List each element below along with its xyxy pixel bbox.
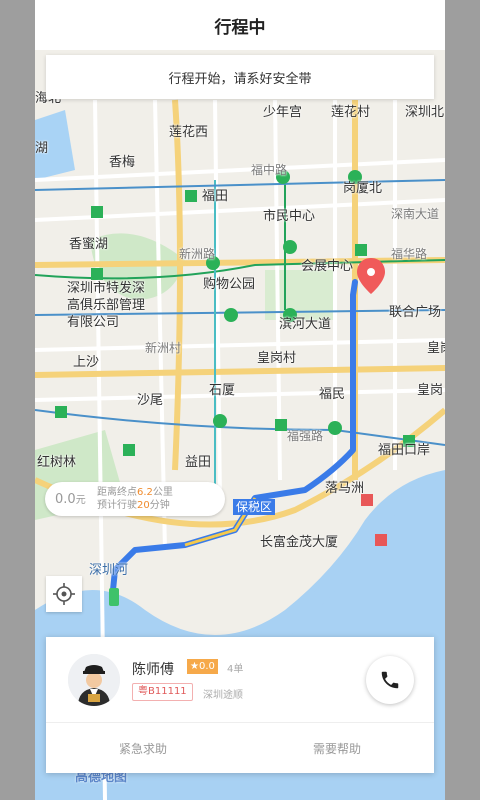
map-label: 岗厦北 [343, 181, 383, 196]
map-label: 莲花村 [331, 105, 371, 120]
map-label: 皇岗 [427, 341, 445, 356]
fare-amount: 0.0元 [45, 491, 97, 507]
map-label: 益田 [185, 455, 212, 470]
driver-avatar-icon [68, 654, 120, 706]
map-label: 新洲村 [145, 341, 182, 355]
map-label: 皇岗村 [257, 351, 297, 366]
time-unit: 分钟 [149, 500, 170, 511]
map-label: 长富金茂大厦 [260, 535, 339, 550]
driver-rating-badge: ★0.0 [187, 659, 218, 674]
map-label: 市民中心 [263, 209, 316, 224]
map-label: 红树林 [37, 455, 77, 470]
map-label: 福中路 [251, 163, 288, 177]
map-label: 上沙 [73, 355, 100, 370]
map-label: 新洲路 [179, 247, 216, 261]
map-label: 福强路 [287, 429, 324, 443]
driver-name: 陈师傅 [132, 662, 174, 678]
driver-order-count: 4单 [227, 664, 244, 675]
map-label: 福田口岸 [378, 443, 431, 458]
safety-notice-text: 行程开始，请系好安全带 [168, 71, 312, 87]
time-value: 20 [137, 500, 150, 511]
map-label: 购物公园 [203, 277, 256, 292]
map-label: 有限公司 [67, 315, 120, 330]
map-label: 湖 [35, 141, 49, 156]
time-prefix: 预计行驶 [97, 500, 137, 511]
map-label: 福民 [319, 387, 346, 402]
map-label: 莲花西 [169, 125, 209, 140]
map-label: 福田 [202, 189, 229, 204]
distance-remaining: 距离终点6.2公里 [97, 486, 173, 499]
map-label: 少年宫 [263, 105, 303, 120]
map-label: 落马洲 [325, 481, 365, 496]
page-title: 行程中 [214, 17, 266, 38]
distance-value: 6.2 [137, 487, 153, 498]
distance-unit: 公里 [152, 487, 173, 498]
driver-avatar [68, 654, 120, 706]
time-remaining: 预计行驶20分钟 [97, 499, 173, 512]
map-label: 深南大道 [391, 207, 440, 221]
distance-prefix: 距离终点 [97, 487, 137, 498]
app-screen: 行程中 少年宫 莲花村 深圳北 莲花西 香梅 福中路 福田 岗厦北 深南大道 市… [35, 0, 445, 800]
fare-value: 0.0 [55, 492, 76, 507]
map-label: 皇岗 [417, 383, 444, 398]
need-help-button[interactable]: 需要帮助 [240, 723, 434, 773]
driver-card: 陈师傅 ★0.0 4单 粤B11111 深圳途顺 紧急求助 需要帮助 [46, 637, 434, 773]
map-label: 滨河大道 [279, 317, 332, 332]
car-company: 深圳途顺 [203, 690, 243, 701]
map-label: 香蜜湖 [69, 237, 109, 252]
license-plate-badge: 粤B11111 [132, 683, 193, 701]
map-label: 石厦 [209, 383, 236, 398]
safety-notice-banner: 行程开始，请系好安全带 [46, 55, 434, 99]
map-label: 深圳市特发深 [67, 281, 146, 296]
eta-info: 距离终点6.2公里 预计行驶20分钟 [97, 486, 173, 512]
map-label: 深圳河 [89, 563, 129, 578]
map-label: 保税区 [233, 499, 276, 515]
map-label: 沙尾 [137, 393, 164, 408]
map-label: 联合广场 [389, 305, 442, 320]
phone-icon [381, 671, 399, 689]
eta-bubble: 0.0元 距离终点6.2公里 预计行驶20分钟 [45, 482, 225, 516]
call-driver-button[interactable] [366, 656, 414, 704]
emergency-help-button[interactable]: 紧急求助 [46, 723, 240, 773]
nav-bar: 行程中 [35, 0, 445, 50]
map-label: 福华路 [391, 247, 428, 261]
map-label: 深圳北 [405, 105, 445, 120]
map-label: 会展中心 [301, 259, 354, 274]
crosshair-icon [53, 583, 75, 605]
map-label: 高俱乐部管理 [67, 298, 146, 313]
fare-unit: 元 [75, 495, 86, 506]
map-label: 香梅 [109, 155, 136, 170]
locate-button[interactable] [46, 576, 82, 612]
